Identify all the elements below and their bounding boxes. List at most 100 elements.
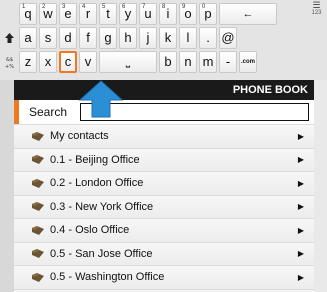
key-g[interactable]: g (99, 27, 117, 49)
numeric-mode-label: 123 (311, 10, 322, 16)
key-c-highlighted[interactable]: c (59, 51, 77, 73)
pointer-arrow-icon (78, 80, 124, 118)
key-label: i (166, 6, 170, 21)
key-q[interactable]: 1q (19, 3, 37, 25)
key-dotcom[interactable]: .com (239, 51, 257, 73)
list-item-washington-office[interactable]: 0.5 - Washington Office ▶ (14, 266, 314, 290)
chevron-right-icon: ▶ (297, 225, 304, 235)
key-label: o (184, 6, 192, 21)
key-u[interactable]: 7u (139, 3, 157, 25)
contacts-list: My contacts ▶ 0.1 - Beijing Office ▶ 0.2… (14, 125, 314, 290)
list-item-label: 0.1 - Beijing Office (50, 153, 140, 166)
key-label: p (204, 6, 212, 21)
background-edge (0, 80, 14, 292)
key-number: 6 (122, 4, 126, 10)
key-n[interactable]: n (179, 51, 197, 73)
phone-book-title: PHONE BOOK (14, 80, 314, 100)
list-item-oslo-office[interactable]: 0.4 - Oslo Office ▶ (14, 219, 314, 243)
key-z[interactable]: z (19, 51, 37, 73)
key-label: y (124, 6, 132, 21)
key-v[interactable]: v (79, 51, 97, 73)
key-b[interactable]: b (159, 51, 177, 73)
folder-icon (32, 202, 44, 212)
space-icon: ⎵ (125, 56, 131, 68)
key-number: 3 (62, 4, 66, 10)
key-label: u (144, 6, 152, 21)
key-p[interactable]: 0p (199, 3, 217, 25)
symbols-key[interactable]: &$ +% (0, 51, 19, 73)
key-a[interactable]: a (19, 27, 37, 49)
folder-icon (32, 249, 44, 259)
list-item-new-york-office[interactable]: 0.3 - New York Office ▶ (14, 195, 314, 219)
key-number: 4 (82, 4, 86, 10)
list-item-beijing-office[interactable]: 0.1 - Beijing Office ▶ (14, 148, 314, 172)
key-label: t (106, 6, 110, 21)
key-number: 8 (162, 4, 166, 10)
key-period[interactable]: . (199, 27, 217, 49)
list-item-label: 0.4 - Oslo Office (50, 224, 130, 237)
key-h[interactable]: h (119, 27, 137, 49)
shift-key[interactable] (0, 27, 19, 49)
key-dash[interactable]: - (219, 51, 237, 73)
svg-text:&$: &$ (6, 57, 13, 63)
key-s[interactable]: s (39, 27, 57, 49)
key-label: r (85, 6, 91, 21)
key-at[interactable]: @ (219, 27, 237, 49)
list-item-label: 0.5 - Washington Office (50, 271, 165, 284)
svg-text:+%: +% (5, 64, 14, 70)
key-label: e (64, 6, 72, 21)
key-m[interactable]: m (199, 51, 217, 73)
chevron-right-icon: ▶ (297, 202, 304, 212)
key-t[interactable]: 5t (99, 3, 117, 25)
menu-icon: ☰ (312, 0, 321, 10)
backspace-key[interactable]: ← (219, 3, 277, 25)
chevron-right-icon: ▶ (297, 155, 304, 165)
backspace-icon: ← (242, 8, 254, 20)
shift-icon (5, 33, 14, 43)
key-number: 2 (42, 4, 46, 10)
key-r[interactable]: 4r (79, 3, 97, 25)
key-k[interactable]: k (159, 27, 177, 49)
key-label: q (24, 6, 32, 21)
list-item-london-office[interactable]: 0.2 - London Office ▶ (14, 172, 314, 196)
key-d[interactable]: d (59, 27, 77, 49)
key-f[interactable]: f (79, 27, 97, 49)
list-item-label: 0.5 - San Jose Office (50, 247, 153, 260)
keyboard-row-1: 1q 2w 3e 4r 5t 6y 7u 8i 9o 0p ← (19, 3, 277, 25)
key-l[interactable]: l (179, 27, 197, 49)
list-item-my-contacts[interactable]: My contacts ▶ (14, 125, 314, 149)
space-key[interactable]: ⎵ (99, 51, 157, 73)
folder-icon (32, 178, 44, 188)
list-item-label: My contacts (50, 130, 109, 143)
on-screen-keyboard: 1q 2w 3e 4r 5t 6y 7u 8i 9o 0p ← a s d f … (0, 0, 327, 80)
key-number: 9 (182, 4, 186, 10)
chevron-right-icon: ▶ (297, 249, 304, 259)
key-number: 5 (102, 4, 106, 10)
search-bar: Search (14, 100, 314, 125)
list-item-label: 0.2 - London Office (50, 177, 144, 190)
key-w[interactable]: 2w (39, 3, 57, 25)
folder-icon (32, 131, 44, 141)
folder-icon (32, 225, 44, 235)
search-label: Search (29, 105, 68, 119)
chevron-right-icon: ▶ (297, 272, 304, 282)
keyboard-row-2: a s d f g h j k l . @ (19, 27, 237, 49)
folder-icon (32, 272, 44, 282)
key-number: 7 (142, 4, 146, 10)
chevron-right-icon: ▶ (297, 178, 304, 188)
key-j[interactable]: j (139, 27, 157, 49)
symbols-icon: &$ +% (5, 57, 14, 70)
chevron-right-icon: ▶ (297, 131, 304, 141)
key-y[interactable]: 6y (119, 3, 137, 25)
list-item-label: 0.3 - New York Office (50, 200, 154, 213)
key-number: 1 (22, 4, 26, 10)
key-x[interactable]: x (39, 51, 57, 73)
numeric-mode-key[interactable]: ☰ 123 (306, 0, 327, 24)
list-item-san-jose-office[interactable]: 0.5 - San Jose Office ▶ (14, 242, 314, 266)
phone-book-panel: PHONE BOOK Search My contacts ▶ 0.1 - Be… (14, 80, 314, 292)
key-e[interactable]: 3e (59, 3, 77, 25)
keyboard-row-3: z x c v ⎵ b n m - .com (19, 51, 257, 73)
search-accent-bar (14, 100, 19, 124)
key-i[interactable]: 8i (159, 3, 177, 25)
key-o[interactable]: 9o (179, 3, 197, 25)
